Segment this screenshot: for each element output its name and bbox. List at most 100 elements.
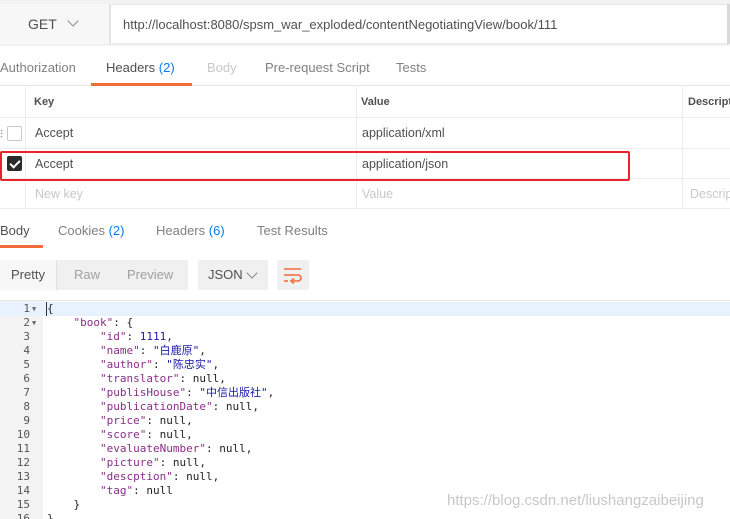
tab-count: (2)	[158, 60, 175, 75]
fold-toggle-icon[interactable]: ▼	[32, 302, 36, 316]
active-tab-indicator	[0, 245, 43, 248]
code-line: 3 "id": 1111,	[0, 330, 730, 344]
line-number: 10	[16, 428, 30, 441]
tab-test-results[interactable]: Test Results	[257, 212, 328, 248]
view-raw-button[interactable]: Raw	[74, 260, 100, 290]
format-select[interactable]: JSON	[198, 260, 268, 290]
method-select[interactable]: GET	[0, 4, 110, 44]
tab-label: Pre-request Script	[265, 60, 370, 75]
line-number: 1	[23, 302, 30, 315]
active-tab-indicator	[91, 83, 192, 86]
tab-count: (6)	[208, 223, 225, 238]
chevron-down-icon	[67, 15, 79, 27]
tab-cookies[interactable]: Cookies (2)	[58, 212, 124, 248]
table-header-row: Key Value Descript	[0, 87, 730, 118]
new-value-input[interactable]: Value	[362, 179, 393, 208]
postman-window: GET http://localhost:8080/spsm_war_explo…	[0, 0, 730, 519]
code-line: 2 ▼ "book": {	[0, 316, 730, 330]
view-preview-button[interactable]: Preview	[127, 260, 173, 290]
line-number: 6	[23, 372, 30, 385]
request-tabs: Authorization Headers (2) Body Pre-reque…	[0, 46, 730, 86]
code-text: "id": 1111,	[99, 330, 173, 343]
tab-count: (2)	[108, 223, 125, 238]
code-line: 8 "publicationDate": null,	[0, 400, 730, 414]
code-line: 6 "translator": null,	[0, 372, 730, 386]
url-input[interactable]: http://localhost:8080/spsm_war_exploded/…	[110, 4, 728, 44]
tab-label: Tests	[396, 60, 427, 75]
text-cursor	[46, 302, 47, 316]
fold-toggle-icon[interactable]: ▼	[32, 316, 36, 330]
line-number: 5	[23, 358, 30, 371]
code-line: 1 ▼ {	[0, 302, 730, 316]
table-row-new: New key Value Descrip	[0, 179, 730, 209]
view-pretty-button[interactable]: Pretty	[0, 260, 57, 290]
line-number: 7	[23, 386, 30, 399]
code-text: "author": "陈忠实",	[99, 358, 220, 371]
header-value[interactable]: application/xml	[362, 118, 445, 148]
line-number: 14	[16, 484, 30, 497]
code-text: {	[47, 302, 54, 315]
request-url-bar: GET http://localhost:8080/spsm_war_explo…	[0, 0, 730, 46]
view-mode-group: Pretty Raw Preview	[0, 260, 188, 290]
row-checkbox[interactable]	[7, 125, 22, 141]
tab-label: Cookies	[58, 223, 105, 238]
code-line: 11 "evaluateNumber": null,	[0, 442, 730, 456]
line-number: 4	[23, 344, 30, 357]
tab-response-body[interactable]: Body	[0, 212, 30, 248]
tab-body[interactable]: Body	[207, 46, 237, 86]
tab-label: Headers	[106, 60, 156, 75]
new-key-input[interactable]: New key	[35, 179, 83, 208]
column-header-key: Key	[34, 96, 55, 108]
tab-pre-request-script[interactable]: Pre-request Script	[265, 46, 370, 86]
row-checkbox-cell	[7, 118, 22, 148]
code-line: 9 "price": null,	[0, 414, 730, 428]
watermark: https://blog.csdn.net/liushangzaibeijing	[447, 492, 704, 509]
tab-label: Headers	[156, 223, 206, 238]
chevron-down-icon	[246, 267, 258, 279]
wrap-lines-icon	[284, 268, 302, 285]
method-label: GET	[28, 16, 57, 32]
line-number: 9	[23, 414, 30, 427]
response-body-editor[interactable]: 1 ▼{2 ▼ "book": {3 "id": 1111, 4 "name": "白…	[0, 300, 730, 519]
code-text: "price": null,	[99, 414, 193, 427]
code-line: 10 "score": null,	[0, 428, 730, 442]
tab-label: Authorization	[0, 60, 76, 75]
code-line: 13 "descption": null,	[0, 470, 730, 484]
tab-authorization[interactable]: Authorization	[0, 46, 76, 86]
code-text: "publisHouse": "中信出版社",	[99, 386, 275, 399]
wrap-lines-button[interactable]	[277, 260, 309, 290]
table-row: Accept application/xml	[0, 118, 730, 149]
line-number: 12	[16, 456, 30, 469]
code-text: }	[47, 512, 54, 519]
tab-label: Body	[0, 223, 30, 238]
code-text: "translator": null,	[99, 372, 226, 385]
line-number: 8	[23, 400, 30, 413]
line-number: 13	[16, 470, 30, 483]
header-key[interactable]: Accept	[35, 118, 73, 148]
code-text: "book": {	[73, 316, 134, 329]
code-line: 4 "name": "白鹿原",	[0, 344, 730, 358]
tab-headers[interactable]: Headers (2)	[106, 46, 175, 86]
response-tabs: Body Cookies (2) Headers (6) Test Result…	[0, 212, 730, 248]
code-line: 7 "publisHouse": "中信出版社",	[0, 386, 730, 400]
code-text: "tag": null	[99, 484, 173, 497]
new-description-input[interactable]: Descrip	[690, 179, 730, 208]
column-header-description: Descript	[688, 96, 730, 108]
line-number: 15	[16, 498, 30, 511]
code-text: "descption": null,	[99, 470, 220, 483]
code-text: "publicationDate": null,	[99, 400, 259, 413]
drag-handle-icon[interactable]	[0, 129, 3, 139]
line-number: 2	[23, 316, 30, 329]
line-number: 16	[16, 512, 30, 519]
line-number: 3	[23, 330, 30, 343]
code-text: "evaluateNumber": null,	[99, 442, 253, 455]
code-line: 5 "author": "陈忠实",	[0, 358, 730, 372]
tab-response-headers[interactable]: Headers (6)	[156, 212, 225, 248]
code-line: 16}	[0, 512, 730, 519]
code-line: 12 "picture": null,	[0, 456, 730, 470]
tab-label: Body	[207, 60, 237, 75]
format-label: JSON	[208, 267, 243, 282]
line-number: 11	[16, 442, 30, 455]
tab-tests[interactable]: Tests	[396, 46, 426, 86]
code-text: "picture": null,	[99, 456, 206, 469]
